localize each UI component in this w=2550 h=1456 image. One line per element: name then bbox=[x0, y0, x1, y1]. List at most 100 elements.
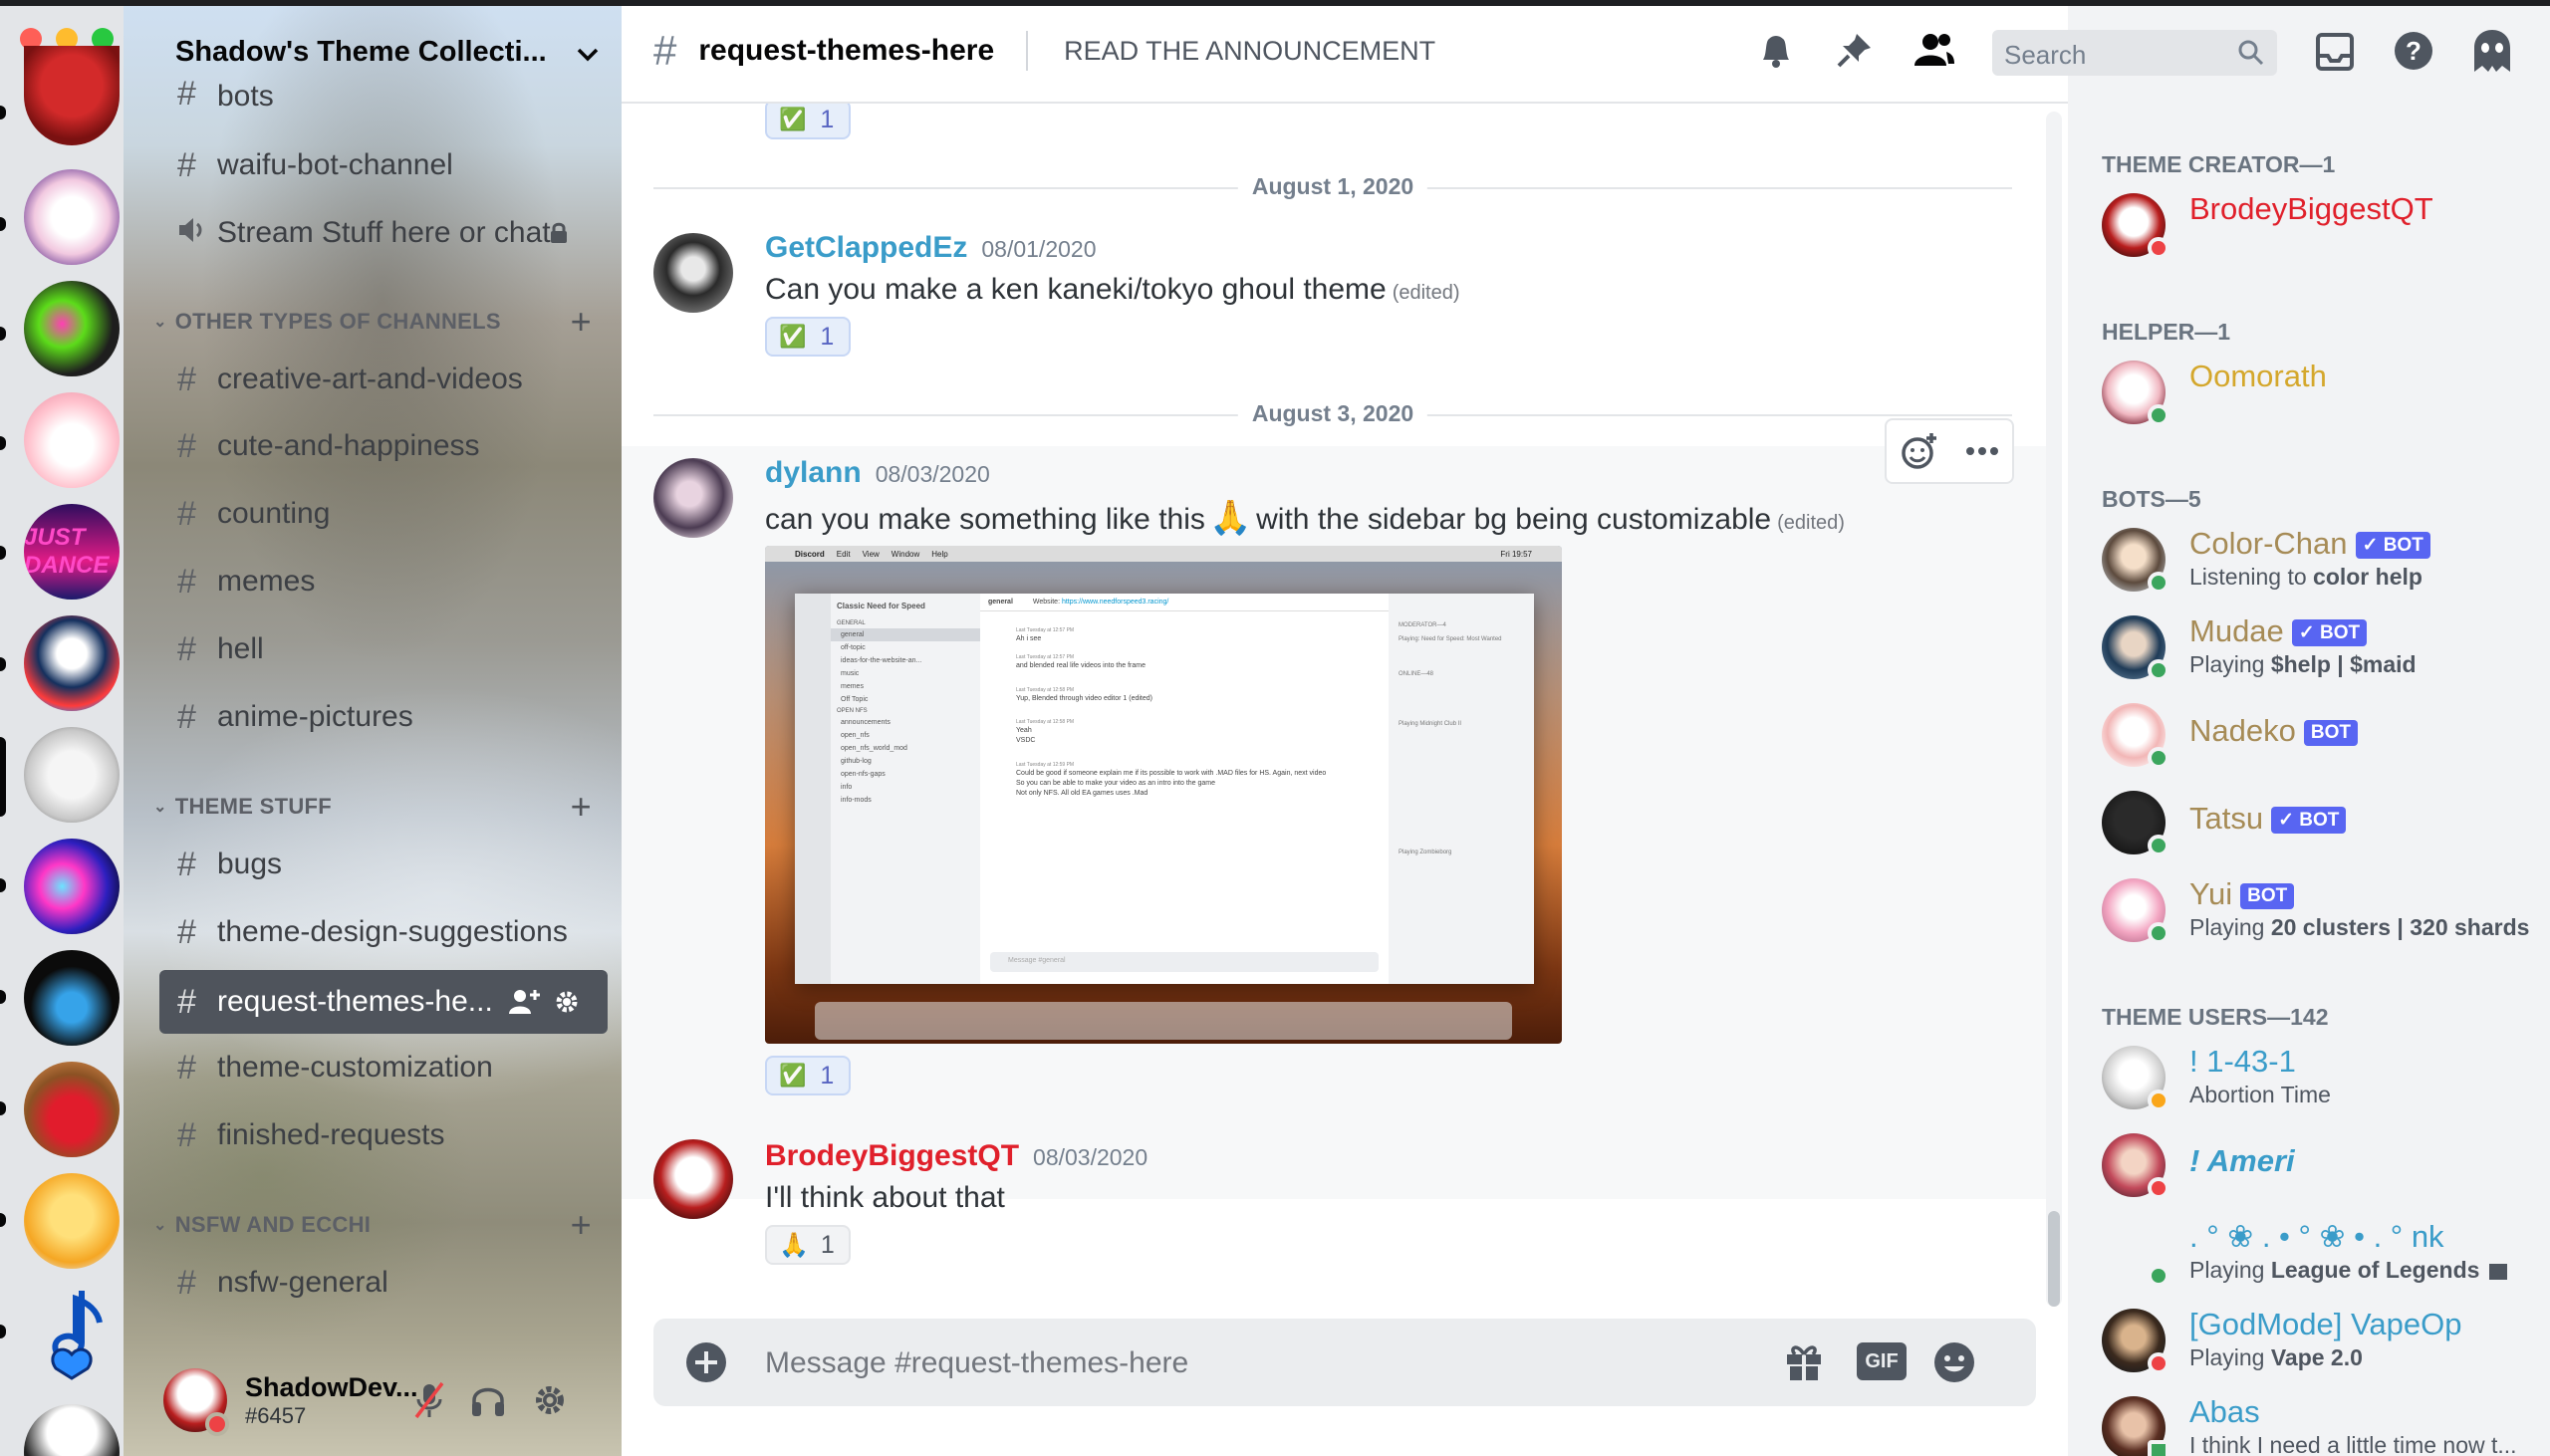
channel-cute-and-happiness[interactable]: # cute-and-happiness bbox=[159, 418, 622, 474]
member-item[interactable]: Nadeko BOT bbox=[2102, 695, 2540, 775]
channel-label: bugs bbox=[217, 848, 283, 880]
voice-channel-stream-stuff[interactable]: Stream Stuff here or chat bbox=[159, 205, 622, 261]
hash-icon: # bbox=[177, 1115, 196, 1154]
message-composer[interactable]: Message #request-themes-here GIF bbox=[653, 1319, 2036, 1406]
channel-creative-art-and-videos[interactable]: # creative-art-and-videos bbox=[159, 352, 622, 407]
member-category: HELPER—1 bbox=[2102, 319, 2231, 345]
message-author[interactable]: dylann bbox=[765, 456, 862, 490]
channel-bugs[interactable]: # bugs bbox=[159, 837, 622, 892]
server-icon[interactable] bbox=[24, 46, 120, 145]
mute-microphone-icon[interactable] bbox=[412, 1381, 446, 1419]
category-theme-stuff[interactable]: ⌄ THEME STUFF + bbox=[153, 786, 592, 827]
server-icon[interactable] bbox=[24, 1173, 120, 1269]
member-list-icon[interactable] bbox=[1912, 30, 1956, 70]
category-nsfw-and-ecchi[interactable]: ⌄ NSFW AND ECCHI + bbox=[153, 1204, 592, 1245]
server-icon[interactable] bbox=[24, 281, 120, 376]
channel-anime-pictures[interactable]: # anime-pictures bbox=[159, 689, 622, 745]
search-input[interactable]: Search bbox=[1992, 30, 2277, 76]
server-icon[interactable] bbox=[24, 1285, 120, 1380]
server-icon[interactable] bbox=[24, 615, 120, 711]
server-icon[interactable] bbox=[24, 169, 120, 265]
avatar[interactable] bbox=[163, 1368, 229, 1436]
member-name: [GodMode] VapeOp bbox=[2189, 1307, 2462, 1341]
member-item[interactable]: Color-Chan ✓ BOT Listening to color help bbox=[2102, 520, 2540, 600]
channel-finished-requests[interactable]: # finished-requests bbox=[159, 1107, 622, 1163]
ghost-icon[interactable] bbox=[2470, 28, 2514, 74]
reaction-button[interactable]: ✅ 1 bbox=[765, 317, 851, 357]
add-channel-icon[interactable]: + bbox=[571, 1204, 592, 1246]
member-category: BOTS—5 bbox=[2102, 486, 2201, 512]
mobile-status-icon bbox=[2148, 1440, 2169, 1456]
server-icon[interactable]: JUST DANCE bbox=[24, 504, 120, 600]
embedded-member-list: MODERATOR—4 Playing: Need for Speed: Mos… bbox=[1389, 594, 1534, 984]
message-text: I'll think about that bbox=[765, 1181, 1005, 1214]
member-item[interactable]: ! Ameri bbox=[2102, 1125, 2540, 1205]
category-other-types[interactable]: ⌄ OTHER TYPES OF CHANNELS + bbox=[153, 301, 592, 342]
channel-hell[interactable]: # hell bbox=[159, 621, 622, 677]
pin-icon[interactable] bbox=[1835, 30, 1875, 70]
help-icon[interactable]: ? bbox=[2393, 30, 2434, 72]
channel-request-themes-here[interactable]: # request-themes-he... bbox=[159, 970, 608, 1034]
member-item[interactable]: BrodeyBiggestQT bbox=[2102, 185, 2540, 265]
member-item[interactable]: Oomorath bbox=[2102, 353, 2540, 432]
server-icon[interactable] bbox=[24, 392, 120, 488]
member-item[interactable]: [GodMode] VapeOp Playing Vape 2.0 bbox=[2102, 1301, 2540, 1380]
embedded-timestamp: Last Tuesday at 12:57 PM bbox=[1016, 627, 1075, 633]
member-item[interactable]: Yui BOT Playing 20 clusters | 320 shards bbox=[2102, 870, 2540, 950]
emoji-icon[interactable] bbox=[1932, 1340, 1976, 1384]
upload-plus-icon[interactable] bbox=[685, 1341, 727, 1383]
chevron-down-icon: ⌄ bbox=[153, 799, 167, 816]
embedded-channel: Off Topic bbox=[841, 696, 869, 703]
member-item[interactable]: . ° ❀ . • ° ❀ • . ° nk Playing League of… bbox=[2102, 1213, 2540, 1293]
add-channel-icon[interactable]: + bbox=[571, 786, 592, 828]
inbox-icon[interactable] bbox=[2315, 32, 2355, 72]
user-settings-gear-icon[interactable] bbox=[532, 1382, 568, 1418]
gear-icon[interactable] bbox=[553, 988, 581, 1016]
member-item[interactable]: Mudae ✓ BOT Playing $help | $maid bbox=[2102, 607, 2540, 687]
attachment-image[interactable]: Discord Edit View Window Help Fri 19:57 Clas… bbox=[765, 546, 1562, 1044]
add-channel-icon[interactable]: + bbox=[571, 301, 592, 343]
member-item[interactable]: Abas I think I need a little time now t.… bbox=[2102, 1388, 2540, 1456]
reaction-button[interactable]: ✅ 1 bbox=[765, 1056, 851, 1095]
server-icon[interactable] bbox=[24, 839, 120, 934]
search-icon bbox=[2238, 40, 2264, 66]
bell-icon[interactable] bbox=[1757, 30, 1795, 70]
message-author[interactable]: BrodeyBiggestQT bbox=[765, 1139, 1019, 1173]
channel-bots[interactable]: # bots bbox=[159, 74, 622, 114]
reaction-button[interactable]: ✅ 1 bbox=[765, 104, 851, 139]
server-icon[interactable] bbox=[24, 950, 120, 1046]
server-icon[interactable] bbox=[24, 727, 120, 823]
channel-nsfw-general[interactable]: # nsfw-general bbox=[159, 1255, 622, 1311]
category-label: NSFW AND ECCHI bbox=[174, 1212, 372, 1237]
avatar[interactable] bbox=[653, 1139, 733, 1219]
unread-indicator bbox=[0, 327, 6, 341]
scrollbar-track[interactable] bbox=[2046, 112, 2062, 1307]
scrollbar-thumb[interactable] bbox=[2048, 1211, 2060, 1307]
channel-counting[interactable]: # counting bbox=[159, 486, 622, 542]
message-actions bbox=[1885, 418, 2014, 484]
channel-theme-design-suggestions[interactable]: # theme-design-suggestions bbox=[159, 904, 622, 960]
server-icon[interactable] bbox=[24, 1062, 120, 1157]
embedded-channel-title: general bbox=[988, 599, 1013, 606]
server-icon[interactable] bbox=[24, 1404, 120, 1456]
reaction-button[interactable]: 🙏 1 bbox=[765, 1225, 851, 1265]
avatar[interactable] bbox=[653, 233, 733, 313]
hash-icon: # bbox=[653, 27, 677, 74]
channel-theme-customization[interactable]: # theme-customization bbox=[159, 1040, 622, 1095]
gift-icon[interactable] bbox=[1783, 1340, 1825, 1382]
headphones-icon[interactable] bbox=[470, 1382, 506, 1418]
channel-memes[interactable]: # memes bbox=[159, 554, 622, 609]
gif-button[interactable]: GIF bbox=[1857, 1342, 1907, 1380]
member-item[interactable]: Tatsu ✓ BOT bbox=[2102, 783, 2540, 862]
hash-icon: # bbox=[177, 75, 196, 113]
channel-waifu-bot-channel[interactable]: # waifu-bot-channel bbox=[159, 137, 622, 193]
avatar[interactable] bbox=[653, 458, 733, 538]
more-options-icon[interactable] bbox=[1965, 446, 1999, 456]
message-author[interactable]: GetClappedEz bbox=[765, 231, 967, 265]
embedded-messages: Last Tuesday at 12:57 PM Ah i see Last T… bbox=[980, 611, 1389, 798]
channel-topic[interactable]: READ THE ANNOUNCEMENT bbox=[1064, 36, 1435, 67]
create-invite-icon[interactable] bbox=[508, 988, 541, 1016]
svg-text:?: ? bbox=[2406, 36, 2422, 66]
member-item[interactable]: ! 1-43-1 Abortion Time bbox=[2102, 1038, 2540, 1117]
add-reaction-icon[interactable] bbox=[1900, 431, 1939, 471]
